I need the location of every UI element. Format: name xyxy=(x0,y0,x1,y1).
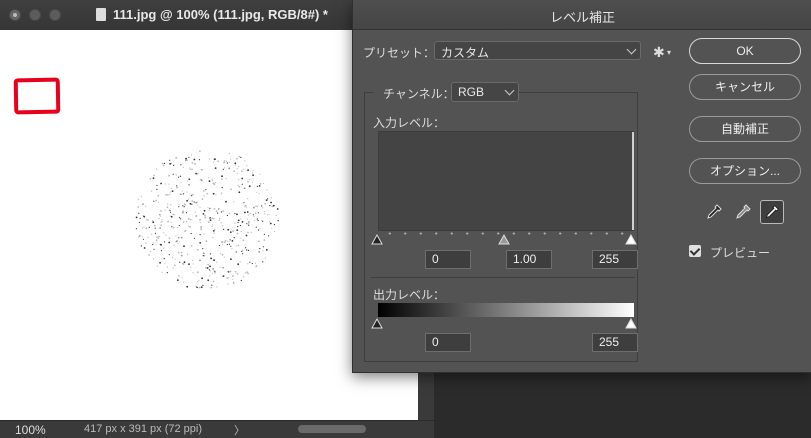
status-bar: 100% 417 px x 391 px (72 ppi) 〉 xyxy=(0,420,434,438)
zoom-window-button[interactable] xyxy=(49,9,61,21)
output-white-slider[interactable] xyxy=(625,317,637,329)
status-menu-arrow-icon[interactable]: 〉 xyxy=(234,422,245,438)
output-gradient xyxy=(378,303,634,317)
preset-select[interactable]: カスタム xyxy=(434,41,641,60)
input-white-slider[interactable] xyxy=(625,233,637,245)
output-black-slider[interactable] xyxy=(371,317,383,329)
options-button[interactable]: オプション... xyxy=(689,158,801,184)
gear-icon[interactable]: ✱ xyxy=(653,44,665,61)
dialog-titlebar[interactable]: レベル補正 xyxy=(353,0,811,30)
channel-label: チャンネル： xyxy=(383,87,455,101)
chevron-down-icon xyxy=(504,85,515,96)
auto-button[interactable]: 自動補正 xyxy=(689,116,801,142)
white-eyedropper-icon[interactable] xyxy=(760,200,784,224)
channel-select[interactable]: RGB xyxy=(451,82,519,102)
channel-row: チャンネル： xyxy=(373,82,455,102)
document-title: 111.jpg @ 100% (111.jpg, RGB/8#) * xyxy=(113,7,328,22)
gray-eyedropper-icon[interactable] xyxy=(731,200,755,224)
document-file-icon xyxy=(96,8,106,21)
histogram-peak xyxy=(632,132,634,230)
histogram xyxy=(378,131,634,231)
chevron-down-icon xyxy=(626,44,637,55)
preview-checkbox[interactable] xyxy=(689,245,701,257)
output-levels-label: 出力レベル： xyxy=(373,288,446,302)
horizontal-scrollbar-thumb[interactable] xyxy=(298,425,366,433)
divider xyxy=(371,277,635,278)
output-white-field[interactable]: 255 xyxy=(592,333,638,352)
input-slider-track[interactable] xyxy=(371,232,643,246)
document-dimensions: 417 px x 391 px (72 ppi) xyxy=(84,423,203,435)
input-levels-label: 入力レベル： xyxy=(373,116,446,130)
output-slider-track[interactable] xyxy=(371,316,643,330)
output-black-field[interactable]: 0 xyxy=(425,333,471,352)
preview-label: プレビュー xyxy=(710,246,771,260)
channel-value: RGB xyxy=(458,85,485,99)
ok-button[interactable]: OK xyxy=(689,38,801,64)
preset-label: プリセット： xyxy=(363,46,436,60)
black-eyedropper-icon[interactable] xyxy=(702,200,726,224)
preset-value: カスタム xyxy=(441,46,490,60)
close-window-button[interactable] xyxy=(9,9,21,21)
cancel-button[interactable]: キャンセル xyxy=(689,74,801,100)
zoom-level[interactable]: 100% xyxy=(15,423,46,437)
minimize-window-button[interactable] xyxy=(29,9,41,21)
dialog-title: レベル補正 xyxy=(549,10,615,25)
input-black-field[interactable]: 0 xyxy=(425,250,471,269)
input-gamma-slider[interactable] xyxy=(498,233,510,245)
input-gamma-field[interactable]: 1.00 xyxy=(506,250,552,269)
input-white-field[interactable]: 255 xyxy=(592,250,638,269)
levels-dialog: レベル補正 プリセット： カスタム ✱ ▾ OK キャンセル 自動補正 オプショ… xyxy=(352,0,811,373)
gear-menu-chevron-icon[interactable]: ▾ xyxy=(667,48,671,57)
input-black-slider[interactable] xyxy=(371,233,383,245)
